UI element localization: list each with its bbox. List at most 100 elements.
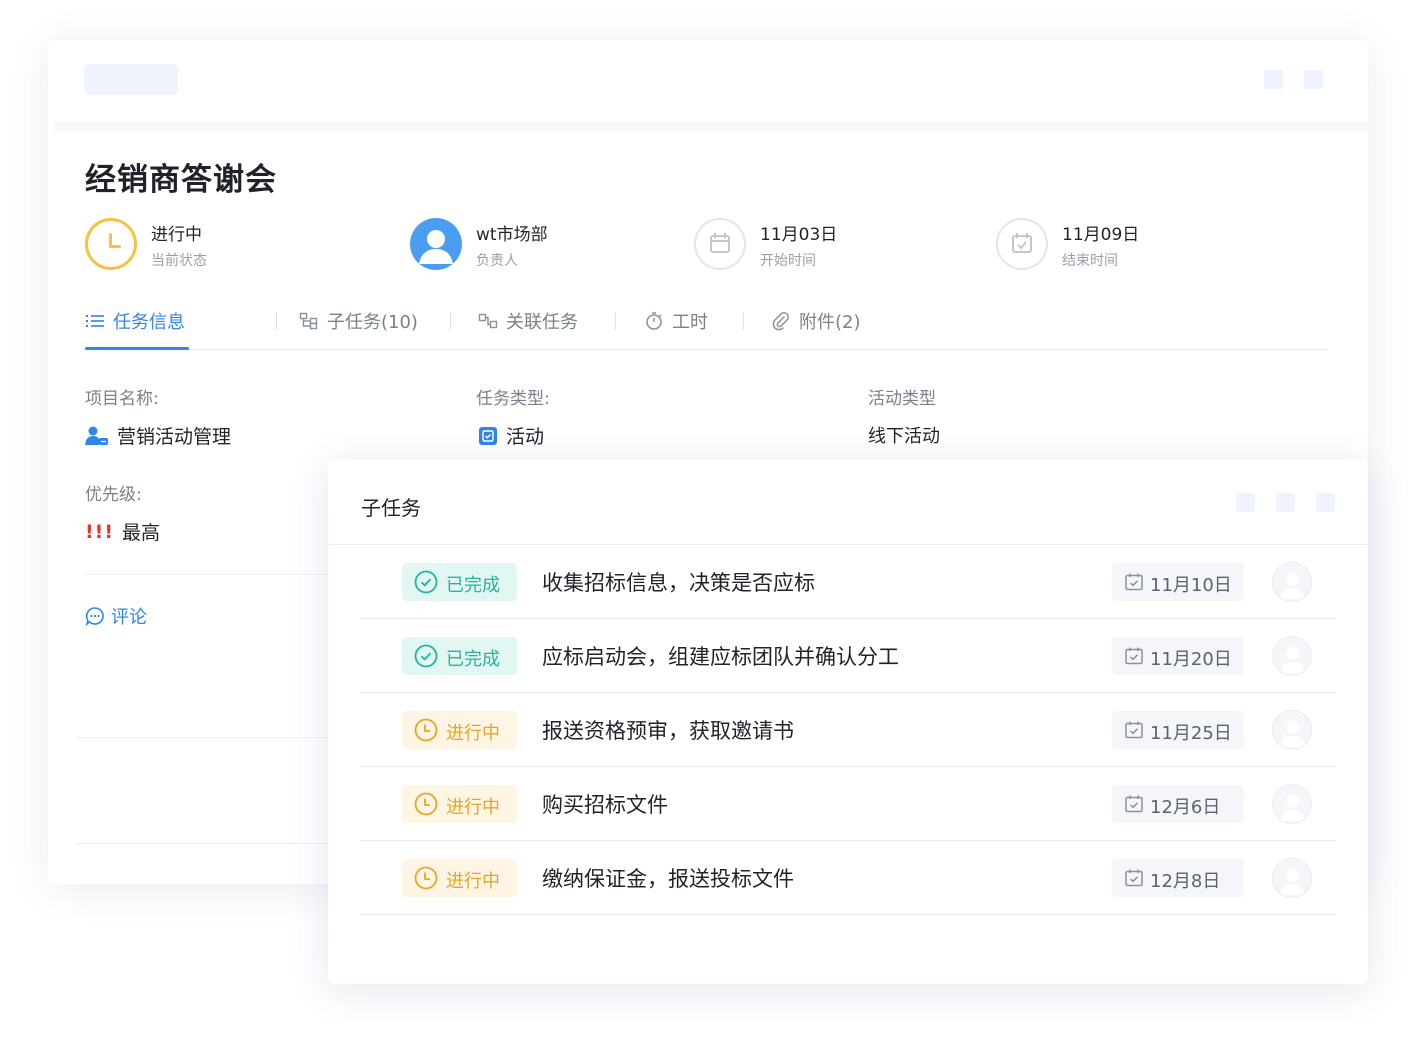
check-circle-icon	[414, 570, 438, 599]
due-date-text: 11月20日	[1150, 649, 1232, 670]
calendar-check-icon	[1124, 794, 1144, 819]
due-date-chip[interactable]: 11月20日	[1112, 637, 1244, 675]
task-title: 经销商答谢会	[85, 162, 277, 198]
due-date-chip[interactable]: 12月8日	[1112, 859, 1244, 897]
priority-text: 最高	[122, 522, 161, 544]
subtask-name[interactable]: 应标启动会，组建应标团队并确认分工	[542, 641, 899, 671]
task-type-name: 活动	[506, 426, 545, 448]
project-label: 项目名称:	[85, 389, 159, 409]
avatar-icon	[410, 218, 462, 270]
subtask-name[interactable]: 报送资格预审，获取邀请书	[542, 715, 794, 745]
due-date-chip[interactable]: 11月25日	[1112, 711, 1244, 749]
list-icon	[86, 315, 104, 327]
status-badge[interactable]: 进行中	[402, 785, 517, 823]
task-type-value[interactable]: 活动	[478, 422, 544, 449]
subtask-row[interactable]: 进行中 购买招标文件 12月6日	[360, 767, 1336, 841]
link-task-icon	[478, 313, 498, 329]
due-date-chip[interactable]: 12月6日	[1112, 785, 1244, 823]
owner-label: 负责人	[476, 253, 518, 269]
due-date-text: 11月25日	[1150, 723, 1232, 744]
assignee-avatar[interactable]	[1272, 710, 1312, 750]
activity-type-value[interactable]: 线下活动	[868, 422, 940, 448]
clock-icon	[85, 218, 137, 270]
end-date-meta[interactable]: 11月09日 结束时间	[996, 216, 1216, 272]
task-type-label: 任务类型:	[476, 389, 550, 409]
status-value: 进行中	[151, 225, 202, 245]
task-tabs: 任务信息 子任务(10) 关联任务 工时 附件(2)	[85, 302, 1327, 350]
tab-separator	[743, 312, 744, 330]
project-name: 营销活动管理	[117, 426, 232, 448]
subtask-panel: 子任务 已完成 收集招标信息，决策是否应标 11月10日 已完成 应标启动会，组…	[328, 460, 1368, 984]
due-date-text: 12月6日	[1150, 797, 1221, 818]
tab-task-info[interactable]: 任务信息	[85, 308, 189, 350]
tab-separator	[450, 312, 451, 330]
project-value[interactable]: 营销活动管理	[85, 422, 231, 449]
tab-separator	[615, 312, 616, 330]
subtask-name[interactable]: 购买招标文件	[542, 789, 668, 819]
status-badge-label: 已完成	[446, 649, 500, 670]
clock-icon	[414, 718, 438, 747]
start-date-value: 11月03日	[760, 225, 838, 245]
subtask-name[interactable]: 缴纳保证金，报送投标文件	[542, 863, 794, 893]
project-icon	[85, 426, 108, 445]
assignee-avatar[interactable]	[1272, 562, 1312, 602]
subtask-name[interactable]: 收集招标信息，决策是否应标	[542, 567, 815, 597]
header-divider	[54, 122, 1368, 132]
owner-value: wt市场部	[476, 225, 548, 245]
status-badge-label: 进行中	[446, 797, 500, 818]
activity-type-label: 活动类型	[868, 389, 936, 409]
status-badge[interactable]: 已完成	[402, 637, 517, 675]
status-badge-label: 进行中	[446, 723, 500, 744]
section-divider	[76, 843, 336, 844]
calendar-check-icon	[1124, 868, 1144, 893]
status-badge[interactable]: 已完成	[402, 563, 517, 601]
subtask-row[interactable]: 已完成 应标启动会，组建应标团队并确认分工 11月20日	[360, 619, 1336, 693]
comment-icon	[85, 607, 104, 627]
owner-meta[interactable]: wt市场部 负责人	[410, 216, 630, 272]
tab-work-hours[interactable]: 工时	[644, 308, 708, 350]
tab-label: 子任务(10)	[327, 312, 418, 333]
assignee-avatar[interactable]	[1272, 636, 1312, 676]
end-date-value: 11月09日	[1062, 225, 1140, 245]
status-badge[interactable]: 进行中	[402, 859, 517, 897]
tab-label: 附件(2)	[799, 312, 861, 333]
status-meta[interactable]: 进行中 当前状态	[85, 216, 305, 272]
section-divider	[76, 737, 336, 738]
check-circle-icon	[414, 644, 438, 673]
calendar-check-icon	[1124, 572, 1144, 597]
tab-linked-tasks[interactable]: 关联任务	[478, 308, 578, 350]
paperclip-icon	[772, 312, 789, 331]
activity-type-icon	[479, 426, 497, 445]
status-label: 当前状态	[151, 253, 207, 269]
topbar-action-placeholder[interactable]	[1304, 70, 1323, 89]
timer-icon	[646, 312, 662, 330]
due-date-chip[interactable]: 11月10日	[1112, 563, 1244, 601]
comment-label: 评论	[111, 607, 147, 628]
subtask-row[interactable]: 已完成 收集招标信息，决策是否应标 11月10日	[360, 545, 1336, 619]
status-badge-label: 进行中	[446, 871, 500, 892]
topbar-placeholder	[84, 64, 178, 95]
subtask-row[interactable]: 进行中 报送资格预审，获取邀请书 11月25日	[360, 693, 1336, 767]
topbar-action-placeholder[interactable]	[1264, 70, 1283, 89]
priority-value[interactable]: !!! 最高	[85, 518, 160, 545]
start-date-meta[interactable]: 11月03日 开始时间	[694, 216, 914, 272]
end-date-label: 结束时间	[1062, 253, 1118, 269]
calendar-icon	[694, 218, 746, 270]
panel-action-placeholder[interactable]	[1236, 493, 1255, 512]
calendar-check-icon	[996, 218, 1048, 270]
tab-separator	[276, 312, 277, 330]
comment-link[interactable]: 评论	[85, 603, 147, 629]
status-badge[interactable]: 进行中	[402, 711, 517, 749]
assignee-avatar[interactable]	[1272, 784, 1312, 824]
clock-icon	[414, 866, 438, 895]
assignee-avatar[interactable]	[1272, 858, 1312, 898]
panel-action-placeholder[interactable]	[1276, 493, 1295, 512]
tab-subtasks[interactable]: 子任务(10)	[299, 308, 418, 350]
subtask-row[interactable]: 进行中 缴纳保证金，报送投标文件 12月8日	[360, 841, 1336, 915]
clock-icon	[414, 792, 438, 821]
tab-attachments[interactable]: 附件(2)	[771, 308, 861, 350]
panel-action-placeholder[interactable]	[1316, 493, 1335, 512]
subtask-panel-title: 子任务	[361, 496, 421, 520]
tab-label: 工时	[672, 312, 708, 333]
due-date-text: 11月10日	[1150, 575, 1232, 596]
